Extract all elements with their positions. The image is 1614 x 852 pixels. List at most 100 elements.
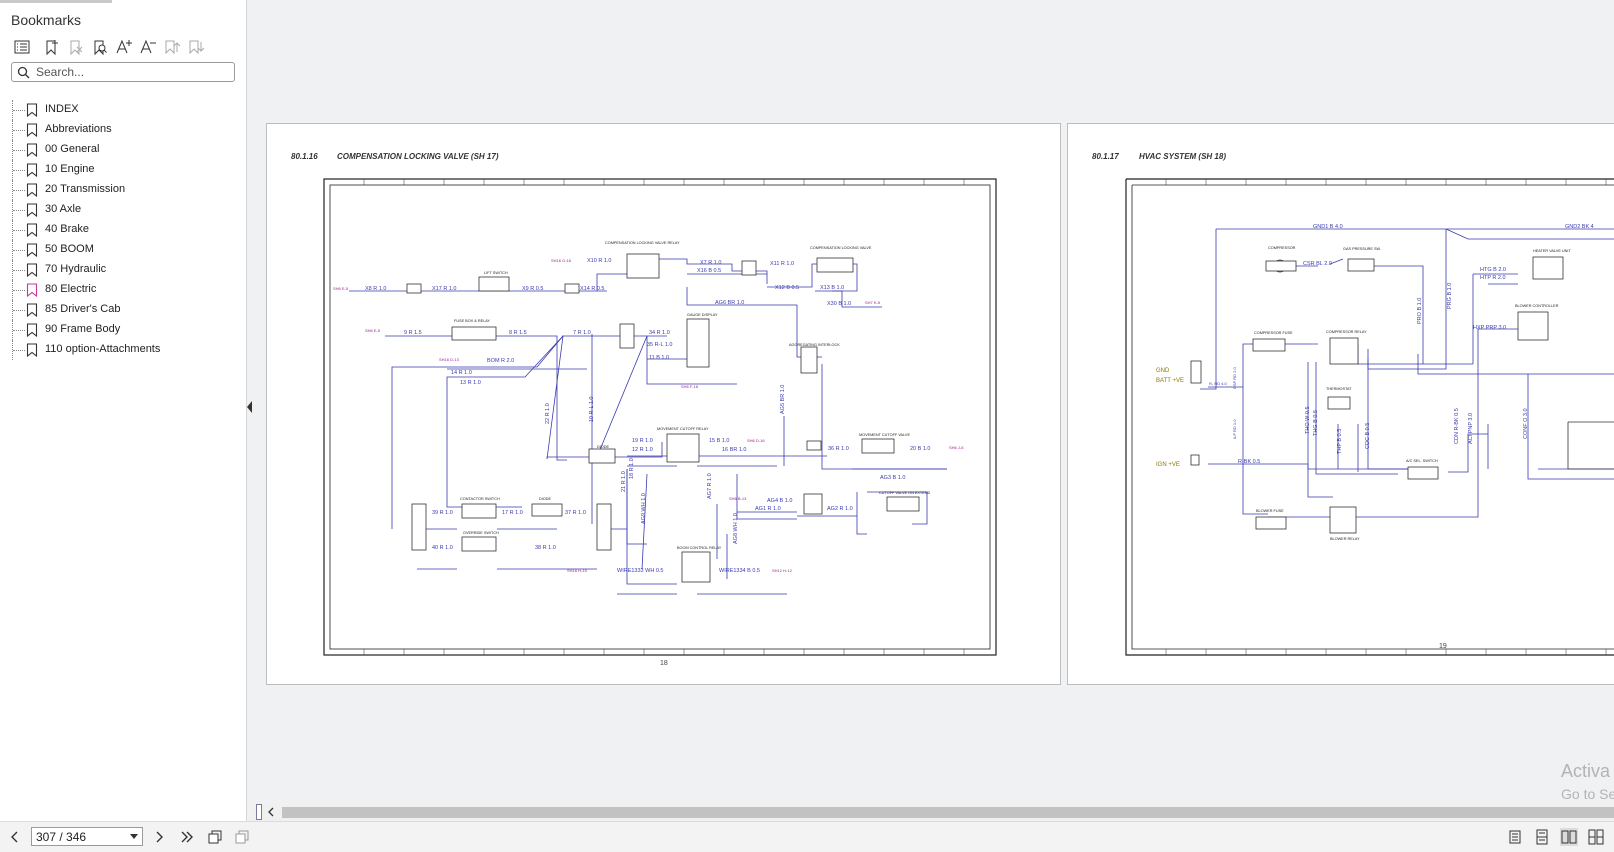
bookmark-item[interactable]: 110 option-Attachments [12,340,237,360]
svg-text:CONTACTOR SWITCH: CONTACTOR SWITCH [460,497,500,501]
svg-text:FUSE BOX & RELAY: FUSE BOX & RELAY [454,319,490,323]
bookmark-icon [26,263,38,277]
previous-page-button[interactable] [6,828,24,846]
bookmark-item[interactable]: 90 Frame Body [12,320,237,340]
svg-text:X8 R 1.0: X8 R 1.0 [365,286,386,292]
svg-text:X17 R 1.0: X17 R 1.0 [432,286,456,292]
search-input[interactable] [36,64,226,80]
bookmark-item[interactable]: 20 Transmission [12,180,237,200]
svg-text:16 BR 1.0: 16 BR 1.0 [722,447,746,453]
svg-text:12 R 1.0: 12 R 1.0 [632,447,653,453]
move-up-button[interactable] [160,36,184,58]
increase-font-button[interactable] [112,36,136,58]
document-page-left: 80.1.16 COMPENSATION LOCKING VALVE (SH 1… [266,123,1061,685]
svg-text:MOVEMENT CUTOFF RELAY: MOVEMENT CUTOFF RELAY [657,427,709,431]
svg-text:SH16 G-16: SH16 G-16 [551,258,572,263]
svg-text:CSR BL 2.0: CSR BL 2.0 [1303,261,1332,267]
bookmark-up-icon [165,40,181,55]
svg-text:35 R-L 1.0: 35 R-L 1.0 [647,342,672,348]
svg-text:36 R 1.0: 36 R 1.0 [828,446,849,452]
bookmark-item[interactable]: Abbreviations [12,120,237,140]
bookmark-search-box[interactable] [11,62,235,82]
svg-text:AGGREGATING INTERLOCK: AGGREGATING INTERLOCK [789,343,840,347]
bookmark-label: Abbreviations [45,123,112,135]
two-page-continuous-icon [1588,829,1604,845]
bookmark-label: 20 Transmission [45,183,126,195]
next-page-button[interactable] [150,828,168,846]
svg-text:BLOWER CONTROLLER: BLOWER CONTROLLER [1515,304,1559,308]
svg-text:COMPRESSOR: COMPRESSOR [1268,246,1296,250]
svg-text:DIODE: DIODE [597,445,609,449]
svg-text:11 B 1.0: 11 B 1.0 [649,355,669,361]
scroll-left-icon[interactable] [264,805,278,819]
svg-text:PRG B 1.0: PRG B 1.0 [1447,283,1453,309]
svg-text:HTP R 2.0: HTP R 2.0 [1480,275,1506,281]
find-bookmark-button[interactable] [88,36,112,58]
expand-all-button[interactable] [10,36,34,58]
svg-text:7 R 1.0: 7 R 1.0 [573,330,591,336]
bookmark-tree: INDEX Abbreviations 00 General 10 Engine 20 … [12,100,237,360]
scrollbar-thumb[interactable] [282,807,1614,818]
gnd-label: GND [1156,368,1170,374]
svg-text:AG5 BR 1.0: AG5 BR 1.0 [780,385,786,414]
svg-text:AG9 WH 1.0: AG9 WH 1.0 [641,493,647,524]
svg-text:22 R 1.0: 22 R 1.0 [545,403,551,424]
move-down-button[interactable] [184,36,208,58]
svg-text:SH6 F-16: SH6 F-16 [681,384,699,389]
facing-view-button[interactable] [1560,828,1578,846]
bookmark-label: 110 option-Attachments [45,343,161,355]
svg-text:SH6 J-6: SH6 J-6 [949,445,964,450]
facing-continuous-view-button[interactable] [1587,828,1605,846]
svg-text:SH16 H-15: SH16 H-15 [567,568,588,573]
svg-text:8 R 1.5: 8 R 1.5 [509,330,527,336]
svg-text:AG6 BR 1.0: AG6 BR 1.0 [715,300,744,306]
decrease-font-button[interactable] [136,36,160,58]
horizontal-scrollbar[interactable] [253,804,1614,821]
svg-text:37 R 1.0: 37 R 1.0 [565,510,586,516]
last-page-button[interactable] [178,828,196,846]
bookmark-icon [26,243,38,257]
bookmark-item[interactable]: 70 Hydraulic [12,260,237,280]
svg-text:BLOWER FUSE: BLOWER FUSE [1256,509,1284,513]
font-increase-icon [116,39,132,54]
bookmark-icon [26,223,38,237]
list-icon [14,40,30,54]
bookmark-icon [26,143,38,157]
bookmark-item[interactable]: 10 Engine [12,160,237,180]
bookmark-item[interactable]: 30 Axle [12,200,237,220]
bookmark-search-icon [94,40,107,56]
svg-text:BOM R 2.0: BOM R 2.0 [487,358,514,364]
svg-text:AG4 B 1.0: AG4 B 1.0 [767,498,792,504]
svg-text:COMPENSATION LOCKING VALVE: COMPENSATION LOCKING VALVE [810,246,872,250]
bookmark-icon [26,323,38,337]
continuous-view-button[interactable] [1533,828,1551,846]
bookmark-item[interactable]: 40 Brake [12,220,237,240]
svg-text:DSP RD 2.0: DSP RD 2.0 [1232,367,1237,389]
svg-text:X11 R 1.0: X11 R 1.0 [770,261,794,267]
single-page-view-button[interactable] [1506,828,1524,846]
delete-bookmark-button[interactable] [64,36,88,58]
single-page-icon [1509,830,1521,844]
bookmark-label: 70 Hydraulic [45,263,107,275]
copy-page-button[interactable] [233,828,251,846]
add-bookmark-button[interactable] [40,36,64,58]
bookmark-item[interactable]: 85 Driver's Cab [12,300,237,320]
svg-text:OVERRIDE SWITCH: OVERRIDE SWITCH [463,531,499,535]
svg-text:SH6 E-5: SH6 E-5 [365,328,381,333]
svg-text:HTG B 2.0: HTG B 2.0 [1480,267,1506,273]
bookmark-item[interactable]: 00 General [12,140,237,160]
collapse-panel-icon[interactable] [246,400,253,414]
svg-text:PRO B 1.0: PRO B 1.0 [1417,298,1423,324]
panel-title: Bookmarks [11,12,82,28]
bookmark-icon [26,303,38,317]
svg-text:X30 B 1.0: X30 B 1.0 [827,301,851,307]
rotate-view-button[interactable] [206,828,224,846]
bookmark-item[interactable]: INDEX [12,100,237,120]
svg-text:AG3 B 1.0: AG3 B 1.0 [880,475,905,481]
bookmark-down-icon [189,40,205,55]
chevron-down-icon [130,834,138,839]
bookmark-item[interactable]: 50 BOOM [12,240,237,260]
bookmark-item[interactable]: 80 Electric [12,280,237,300]
page-selector[interactable]: 307 / 346 [31,827,143,846]
continuous-page-icon [1536,829,1548,845]
